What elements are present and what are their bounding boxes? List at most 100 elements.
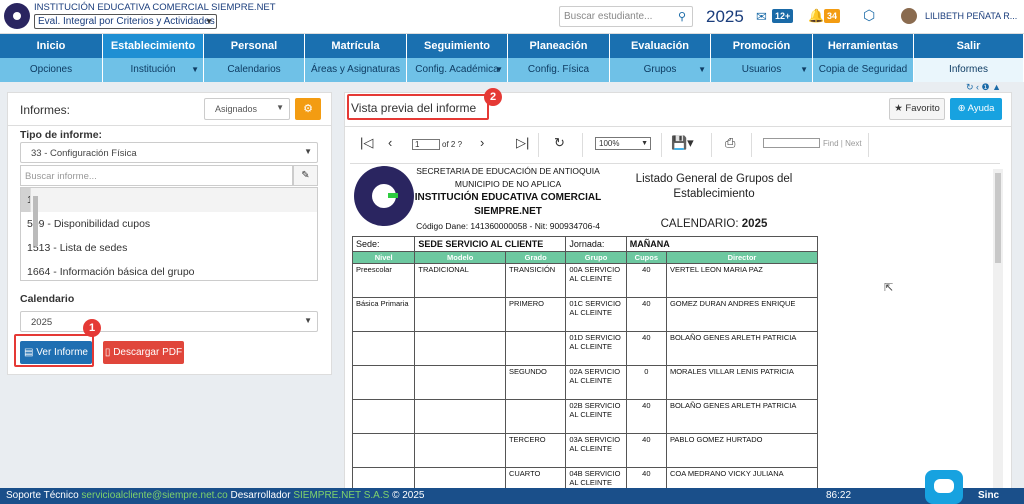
mail-icon[interactable]: ✉ [756, 9, 767, 25]
refresh-icon[interactable]: ↻ [554, 135, 565, 151]
report-list-item[interactable]: 1664 - Información básica del grupo [21, 260, 308, 280]
sync-status: Sinc [978, 490, 1000, 501]
nav-matrícula[interactable]: Matrícula [305, 34, 407, 58]
subnav-item[interactable]: Copia de Seguridad [813, 58, 914, 82]
search-icon[interactable]: ⚲ [678, 10, 686, 23]
pdf-icon: ▯ [104, 347, 114, 358]
step-badge-1: 1 [83, 319, 101, 337]
gears-icon: ⚙ [303, 103, 313, 115]
eraser-icon: ✎ [301, 170, 310, 181]
report-list[interactable]: 1 - Lista de grupos del establecimiento5… [20, 187, 318, 281]
chevron-down-icon: ▼ [495, 65, 503, 74]
subnav-item[interactable]: Calendarios [204, 58, 305, 82]
nav-establecimiento[interactable]: Establecimiento [103, 34, 204, 58]
nav-inicio[interactable]: Inicio [0, 34, 103, 58]
support-email-link[interactable]: servicioalcliente@siempre.net.co [81, 490, 227, 501]
subnav-item[interactable]: Config. Física [508, 58, 610, 82]
help-button[interactable]: ⊕ Ayuda [950, 98, 1002, 120]
chevron-down-icon: ▼ [191, 65, 199, 74]
table-header: Nivel Modelo Grado Grupo Cupos Director [351, 251, 819, 264]
step-badge-2: 2 [484, 88, 502, 106]
subnav-item[interactable]: Institución ▼ [103, 58, 204, 82]
subnav-item[interactable]: Áreas y Asignaturas [305, 58, 407, 82]
institution-logo [4, 3, 30, 29]
subnav-item[interactable]: Grupos ▼ [610, 58, 711, 82]
report-toolbar: |◁ ‹ 1 of 2 ? › ▷| ↻ 100% ▼ 💾▾ ⎙ Find | N… [350, 129, 870, 159]
nav-planeación[interactable]: Planeación [508, 34, 610, 58]
report-scrollbar[interactable] [993, 169, 1003, 499]
main-nav: Inicio Establecimiento Personal Matrícula Se… [0, 34, 1024, 58]
evaluation-select[interactable]: Eval. Integral por Criterios y Actividad… [34, 14, 217, 29]
sub-nav: Opciones Institución ▼ Calendarios Áreas y A… [0, 58, 1024, 82]
report-search-input[interactable]: Buscar informe... [20, 165, 293, 186]
list-scrollbar[interactable] [30, 188, 317, 246]
find-input[interactable] [763, 138, 820, 148]
student-search-input[interactable]: Buscar estudiante... ⚲ [559, 6, 693, 27]
nav-herramientas[interactable]: Herramientas [813, 34, 914, 58]
chevron-down-icon: ▼ [304, 147, 312, 156]
mouse-cursor: ⇱ [884, 282, 894, 294]
report-list-item[interactable]: 1513 - Lista de sedes [21, 236, 308, 260]
subnav-item[interactable]: Opciones [0, 58, 103, 82]
user-name[interactable]: LILIBETH PEÑATA R... [925, 11, 1017, 21]
star-icon: ★ [894, 103, 903, 114]
report-logo [354, 166, 414, 226]
bell-icon[interactable]: 🔔 [808, 8, 824, 24]
calendar-select[interactable]: 2025 ▼ [20, 311, 318, 332]
eraser-button[interactable]: ✎ [293, 165, 318, 186]
subnav-item[interactable]: Usuarios ▼ [711, 58, 813, 82]
nav-promoción[interactable]: Promoción [711, 34, 813, 58]
download-pdf-button[interactable]: ▯ Descargar PDF [103, 341, 184, 364]
find-links[interactable]: Find | Next [823, 139, 862, 148]
nav-personal[interactable]: Personal [204, 34, 305, 58]
save-icon[interactable]: 💾▾ [671, 135, 694, 151]
report-type-select[interactable]: 33 - Configuración Física ▼ [20, 142, 318, 163]
first-page-icon[interactable]: |◁ [360, 135, 373, 151]
institution-name: INSTITUCIÓN EDUCATIVA COMERCIAL SIEMPRE.… [34, 2, 276, 13]
report-list-item[interactable]: 599 - Disponibilidad cupos [21, 212, 308, 236]
cube-icon[interactable]: ⬡ [863, 7, 875, 24]
nav-seguimiento[interactable]: Seguimiento [407, 34, 508, 58]
notification-badge: 34 [824, 9, 841, 23]
gears-button[interactable]: ⚙ [295, 98, 321, 120]
mail-badge: 12+ [772, 9, 794, 23]
page-input[interactable]: 1 [412, 139, 440, 150]
report-document: SECRETARIA DE EDUCACIÓN DE ANTIOQUIA MUN… [350, 163, 1000, 503]
chat-button[interactable] [925, 470, 963, 504]
chevron-down-icon: ▼ [800, 65, 808, 74]
chevron-down-icon: ▼ [304, 316, 312, 325]
page-count: of 2 ? [442, 140, 463, 149]
subnav-item[interactable]: Config. Académica ▼ [407, 58, 508, 82]
table-row: SEGUNDO 02A SERVICIO AL CLEINTE 0 MORALES V… [351, 365, 819, 400]
panel-title: Informes: [20, 103, 71, 117]
top-bar: INSTITUCIÓN EDUCATIVA COMERCIAL SIEMPRE.… [0, 0, 1024, 34]
prev-page-icon[interactable]: ‹ [388, 135, 392, 150]
nav-salir[interactable]: Salir [914, 34, 1024, 58]
table-row: 02B SERVICIO AL CLEINTE 40 BOLAÑO GENES AR… [351, 399, 819, 434]
zoom-select[interactable]: 100% ▼ [595, 137, 651, 150]
calendar-label: Calendario [20, 293, 75, 305]
chevron-down-icon: ▼ [276, 103, 284, 112]
nav-evaluación[interactable]: Evaluación [610, 34, 711, 58]
side-icons[interactable]: ↻ ‹ ❶ ▲ [966, 82, 1016, 92]
developer-link[interactable]: SIEMPRE.NET S.A.S [293, 490, 389, 501]
highlight-view-report [14, 334, 94, 367]
table-row: Básica Primaria PRIMERO 01C SERVICIO AL CL… [351, 297, 819, 332]
table-row: Preescolar TRADICIONAL TRANSICIÓN 00A SERVI… [351, 263, 819, 298]
assigned-select[interactable]: Asignados ▼ [204, 98, 290, 120]
avatar[interactable] [901, 8, 917, 24]
chevron-down-icon: ▼ [698, 65, 706, 74]
reports-panel: Informes: Asignados ▼ ⚙ Tipo de informe: … [7, 92, 332, 375]
year-label: 2025 [706, 7, 744, 26]
print-icon[interactable]: ⎙ [725, 135, 735, 151]
next-page-icon[interactable]: › [480, 135, 484, 150]
table-row: TERCERO 03A SERVICIO AL CLEINTE 40 PABLO GO… [351, 433, 819, 468]
chevron-down-icon: ▼ [205, 17, 213, 26]
preview-panel: Vista previa del informe ★ Favorito ⊕ Ay… [344, 92, 1012, 504]
favorite-button[interactable]: ★ Favorito [889, 98, 945, 120]
help-icon: ⊕ [957, 103, 966, 114]
last-page-icon[interactable]: ▷| [516, 135, 529, 151]
subnav-item[interactable]: Informes [914, 58, 1024, 82]
groups-table: Sede: SEDE SERVICIO AL CLIENTE Jornada: MAÑ… [351, 236, 819, 502]
report-title: Listado General de Grupos del Establecim… [635, 173, 793, 230]
